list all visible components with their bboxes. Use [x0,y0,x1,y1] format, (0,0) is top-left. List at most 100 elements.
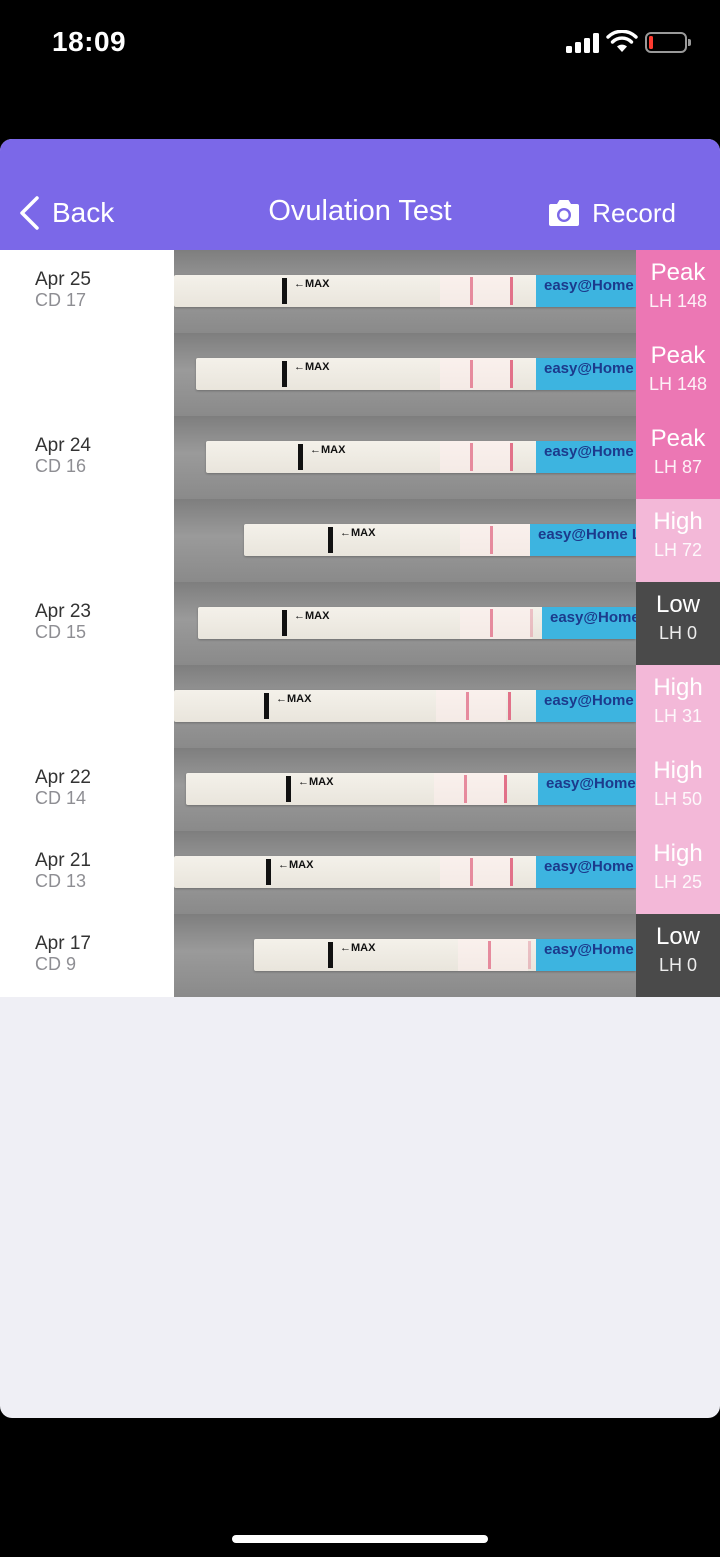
lh-value: LH 0 [658,955,698,975]
cycle-day: CD 14 [35,788,87,808]
strip-brand-label: easy@Home LH [530,524,636,556]
test-strip-photo[interactable]: ←MAX easy@Home LH [174,499,636,582]
cycle-day: CD 13 [35,871,87,891]
test-strip-photo[interactable]: ←MAX easy@Home LH [174,665,636,748]
date-cell: Apr 25 CD 17 [0,250,174,333]
strip-max-text: ←MAX [310,444,346,456]
date-cell [0,333,174,417]
result-badge: Low LH 0 [636,582,720,665]
test-strip-photo[interactable]: ←MAX easy@Home LH [174,914,636,997]
test-strip-photo[interactable]: ←MAX easy@Home LH [174,250,636,333]
cycle-day: CD 17 [35,290,87,310]
date-cell: Apr 22 CD 14 [0,748,174,831]
lh-value: LH 31 [653,706,703,726]
result-level: Low [655,591,701,618]
date-cell [0,499,174,583]
lh-value: LH 148 [648,374,708,394]
test-list: Apr 25CD 17←MAXeasy@Home LHPeakLH 148←MA… [0,250,720,997]
test-strip: ←MAX easy@Home LH [254,939,636,971]
test-strip: ←MAX easy@Home LH [186,773,636,805]
home-indicator[interactable] [232,1535,488,1543]
date-cell [0,665,174,749]
test-row[interactable]: Apr 23CD 15 ←MAX easy@Home LH Low LH 0 [0,582,720,665]
strip-brand-label: easy@Home LH [536,441,636,473]
date-cell: Apr 23 CD 15 [0,582,174,665]
nav-bar: Back Ovulation Test Record [0,139,720,250]
test-row[interactable]: Apr 25CD 17 ←MAX easy@Home LH Peak LH 148 [0,250,720,333]
test-row[interactable]: Apr 17CD 9 ←MAX easy@Home LH Low LH 0 [0,914,720,997]
test-row[interactable]: ←MAX easy@Home LH High LH 72 [0,499,720,583]
test-date: Apr 23 [35,601,91,622]
app-sheet: Back Ovulation Test Record Apr 25 CD 17 ←M… [0,139,720,1418]
result-badge: Low LH 0 [636,914,720,997]
strip-max-text: ←MAX [298,776,334,788]
lh-value: LH 148 [648,291,708,311]
cycle-day: CD 15 [35,622,87,642]
date-cell: Apr 24 CD 16 [0,416,174,499]
result-level: Peak [650,259,706,286]
test-row[interactable]: Apr 22CD 14 ←MAX easy@Home LH High LH 50 [0,748,720,831]
camera-icon [549,200,580,226]
test-strip: ←MAX easy@Home LH [206,441,636,473]
status-bar: 18:09 [0,0,720,90]
test-strip: ←MAX easy@Home LH [174,690,636,722]
test-date: Apr 17 [35,933,91,954]
result-badge: Peak LH 148 [636,333,720,416]
test-row[interactable]: Apr 21CD 13 ←MAX easy@Home LH High LH 25 [0,831,720,914]
test-date: Apr 22 [35,767,91,788]
test-strip: ←MAX easy@Home LH [198,607,636,639]
cycle-day: CD 16 [35,456,87,476]
result-level: High [653,840,703,867]
test-strip: ←MAX easy@Home LH [196,358,636,390]
result-level: High [653,508,703,535]
cycle-day: CD 9 [35,954,77,974]
test-strip: ←MAX easy@Home LH [174,856,636,888]
test-row[interactable]: ←MAX easy@Home LH High LH 31 [0,665,720,749]
result-badge: High LH 25 [636,831,720,914]
test-strip-photo[interactable]: ←MAX easy@Home LH [174,416,636,499]
test-strip-photo[interactable]: ←MAX easy@Home LH [174,333,636,416]
strip-max-text: ←MAX [340,942,376,954]
test-date: Apr 25 [35,269,91,290]
test-row[interactable]: Apr 24CD 16 ←MAX easy@Home LH Peak LH 87 [0,416,720,499]
lh-value: LH 87 [653,457,703,477]
strip-max-text: ←MAX [294,610,330,622]
lh-value: LH 25 [653,872,703,892]
strip-max-text: ←MAX [294,278,330,290]
test-row[interactable]: ←MAX easy@Home LH Peak LH 148 [0,333,720,417]
status-time: 18:09 [52,26,127,57]
result-badge: High LH 50 [636,748,720,831]
strip-brand-label: easy@Home LH [536,939,636,971]
result-level: High [653,674,703,701]
strip-brand-label: easy@Home LH [536,275,636,307]
strip-max-text: ←MAX [276,693,312,705]
date-cell: Apr 21 CD 13 [0,831,174,914]
strip-brand-label: easy@Home LH [538,773,636,805]
strip-brand-label: easy@Home LH [536,856,636,888]
lh-value: LH 72 [653,540,703,560]
record-button[interactable]: Record [546,193,676,233]
result-badge: Peak LH 87 [636,416,720,499]
result-level: Peak [650,425,706,452]
test-strip-photo[interactable]: ←MAX easy@Home LH [174,831,636,914]
test-strip: ←MAX easy@Home LH [174,275,636,307]
test-date: Apr 24 [35,435,91,456]
test-strip-photo[interactable]: ←MAX easy@Home LH [174,582,636,665]
result-badge: Peak LH 148 [636,250,720,333]
strip-max-text: ←MAX [340,527,376,539]
result-level: Low [655,923,701,950]
wifi-icon [606,30,638,52]
strip-brand-label: easy@Home LH [536,690,636,722]
strip-max-text: ←MAX [294,361,330,373]
test-date: Apr 21 [35,850,91,871]
record-label: Record [592,197,676,228]
lh-value: LH 0 [658,623,698,643]
cellular-signal-icon [566,33,600,53]
test-strip-photo[interactable]: ←MAX easy@Home LH [174,748,636,831]
lh-value: LH 50 [653,789,703,809]
result-badge: High LH 31 [636,665,720,748]
date-cell: Apr 17 CD 9 [0,914,174,997]
strip-brand-label: easy@Home LH [542,607,636,639]
result-level: Peak [650,342,706,369]
strip-max-text: ←MAX [278,859,314,871]
